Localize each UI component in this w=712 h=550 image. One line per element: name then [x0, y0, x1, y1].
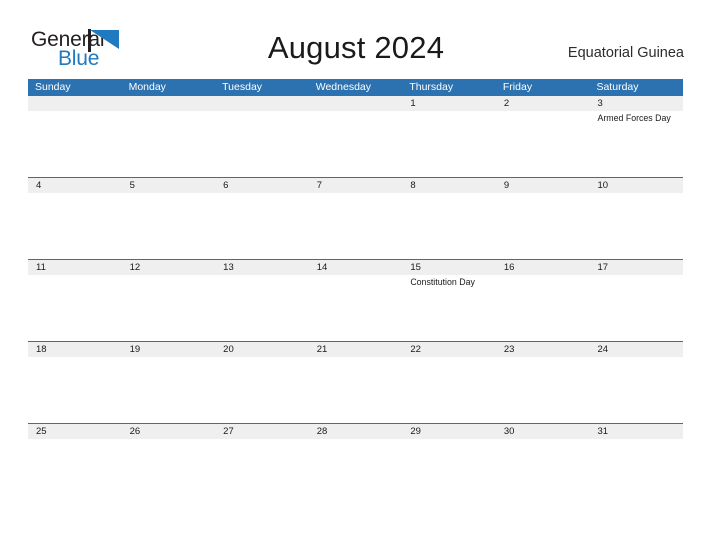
page-header: General Blue August 2024 Equatorial Guin…: [0, 0, 712, 78]
region-label: Equatorial Guinea: [567, 45, 684, 61]
day-cell[interactable]: [28, 439, 122, 505]
date-number-strip: 4 5 6 7 8 9 10: [28, 178, 683, 193]
day-number[interactable]: 15: [402, 260, 496, 275]
day-number[interactable]: 1: [402, 96, 496, 111]
day-number-empty: [215, 96, 309, 111]
day-cell[interactable]: [496, 275, 590, 341]
day-cell[interactable]: [589, 357, 683, 423]
weekday-header-thursday: Thursday: [409, 81, 454, 93]
day-number[interactable]: 25: [28, 424, 122, 439]
calendar-weeks: 1 2 3 Armed Forces Day 4 5 6 7 8 9 10 11 12 13 14 15 16 1…: [28, 96, 683, 505]
day-number[interactable]: 16: [496, 260, 590, 275]
day-number[interactable]: 5: [122, 178, 216, 193]
event-strip: [28, 357, 683, 423]
day-number[interactable]: 27: [215, 424, 309, 439]
day-number[interactable]: 30: [496, 424, 590, 439]
day-number[interactable]: 17: [589, 260, 683, 275]
day-cell[interactable]: [402, 439, 496, 505]
day-number[interactable]: 8: [402, 178, 496, 193]
date-number-strip: 123: [28, 96, 683, 111]
weekday-header-monday: Monday: [128, 81, 166, 93]
day-number-empty: [122, 96, 216, 111]
day-cell[interactable]: [28, 275, 122, 341]
day-number[interactable]: 10: [589, 178, 683, 193]
day-cell[interactable]: [28, 111, 122, 177]
day-cell[interactable]: [589, 439, 683, 505]
date-number-strip: 18 19 20 21 22 23 24: [28, 342, 683, 357]
day-cell[interactable]: [215, 111, 309, 177]
day-cell[interactable]: [122, 275, 216, 341]
calendar-week-row: 25 26 27 28 29 30 31: [28, 423, 683, 505]
day-cell[interactable]: [215, 193, 309, 259]
day-cell[interactable]: [496, 357, 590, 423]
weekday-header-friday: Friday: [502, 81, 533, 93]
calendar-grid: Sunday Monday Tuesday Wednesday Thursday Frid…: [28, 79, 683, 505]
day-number[interactable]: 3: [589, 96, 683, 111]
day-number-empty: [309, 96, 403, 111]
day-cell[interactable]: [589, 275, 683, 341]
day-cell[interactable]: [309, 275, 403, 341]
day-cell[interactable]: [496, 439, 590, 505]
day-cell[interactable]: [402, 193, 496, 259]
day-cell[interactable]: [122, 439, 216, 505]
day-cell[interactable]: [122, 111, 216, 177]
calendar-week-row: 11 12 13 14 15 16 17 Constitution Day: [28, 259, 683, 341]
day-number[interactable]: 2: [496, 96, 590, 111]
day-number[interactable]: 14: [309, 260, 403, 275]
event-strip: [28, 193, 683, 259]
weekday-header-tuesday: Tuesday: [222, 81, 263, 93]
day-number[interactable]: 6: [215, 178, 309, 193]
date-number-strip: 11 12 13 14 15 16 17: [28, 260, 683, 275]
day-number[interactable]: 28: [309, 424, 403, 439]
day-number[interactable]: 23: [496, 342, 590, 357]
day-cell[interactable]: [122, 357, 216, 423]
weekday-header-saturday: Saturday: [596, 81, 639, 93]
day-cell[interactable]: [309, 193, 403, 259]
day-cell[interactable]: Armed Forces Day: [589, 111, 683, 177]
holiday-label: Constitution Day: [410, 277, 475, 287]
day-number[interactable]: 9: [496, 178, 590, 193]
day-number[interactable]: 7: [309, 178, 403, 193]
day-cell[interactable]: [402, 357, 496, 423]
calendar-week-row: 1 2 3 Armed Forces Day: [28, 96, 683, 177]
weekday-header-wednesday: Wednesday: [315, 81, 371, 93]
day-cell[interactable]: [496, 193, 590, 259]
day-cell[interactable]: [122, 193, 216, 259]
day-number[interactable]: 24: [589, 342, 683, 357]
day-number[interactable]: 26: [122, 424, 216, 439]
day-number[interactable]: 13: [215, 260, 309, 275]
day-number[interactable]: 12: [122, 260, 216, 275]
day-number-empty: [28, 96, 122, 111]
day-number[interactable]: 21: [309, 342, 403, 357]
day-number[interactable]: 4: [28, 178, 122, 193]
day-cell[interactable]: Constitution Day: [402, 275, 496, 341]
day-cell[interactable]: [215, 357, 309, 423]
date-number-strip: 25 26 27 28 29 30 31: [28, 424, 683, 439]
day-number[interactable]: 22: [402, 342, 496, 357]
day-number[interactable]: 20: [215, 342, 309, 357]
day-cell[interactable]: [309, 357, 403, 423]
day-number[interactable]: 29: [402, 424, 496, 439]
event-strip: Armed Forces Day: [28, 111, 683, 177]
event-strip: Constitution Day: [28, 275, 683, 341]
day-number[interactable]: 11: [28, 260, 122, 275]
day-number[interactable]: 19: [122, 342, 216, 357]
day-cell[interactable]: [28, 193, 122, 259]
day-number[interactable]: 31: [589, 424, 683, 439]
weekday-header-row: Sunday Monday Tuesday Wednesday Thursday Frid…: [28, 79, 683, 96]
day-cell[interactable]: [496, 111, 590, 177]
day-cell[interactable]: [215, 439, 309, 505]
calendar-week-row: 18 19 20 21 22 23 24: [28, 341, 683, 423]
day-cell[interactable]: [402, 111, 496, 177]
event-strip: [28, 439, 683, 505]
day-cell[interactable]: [309, 439, 403, 505]
day-cell[interactable]: [215, 275, 309, 341]
day-cell[interactable]: [309, 111, 403, 177]
day-number[interactable]: 18: [28, 342, 122, 357]
day-cell[interactable]: [28, 357, 122, 423]
calendar-week-row: 4 5 6 7 8 9 10: [28, 177, 683, 259]
day-cell[interactable]: [589, 193, 683, 259]
weekday-header-sunday: Sunday: [35, 81, 71, 93]
holiday-label: Armed Forces Day: [597, 113, 671, 123]
